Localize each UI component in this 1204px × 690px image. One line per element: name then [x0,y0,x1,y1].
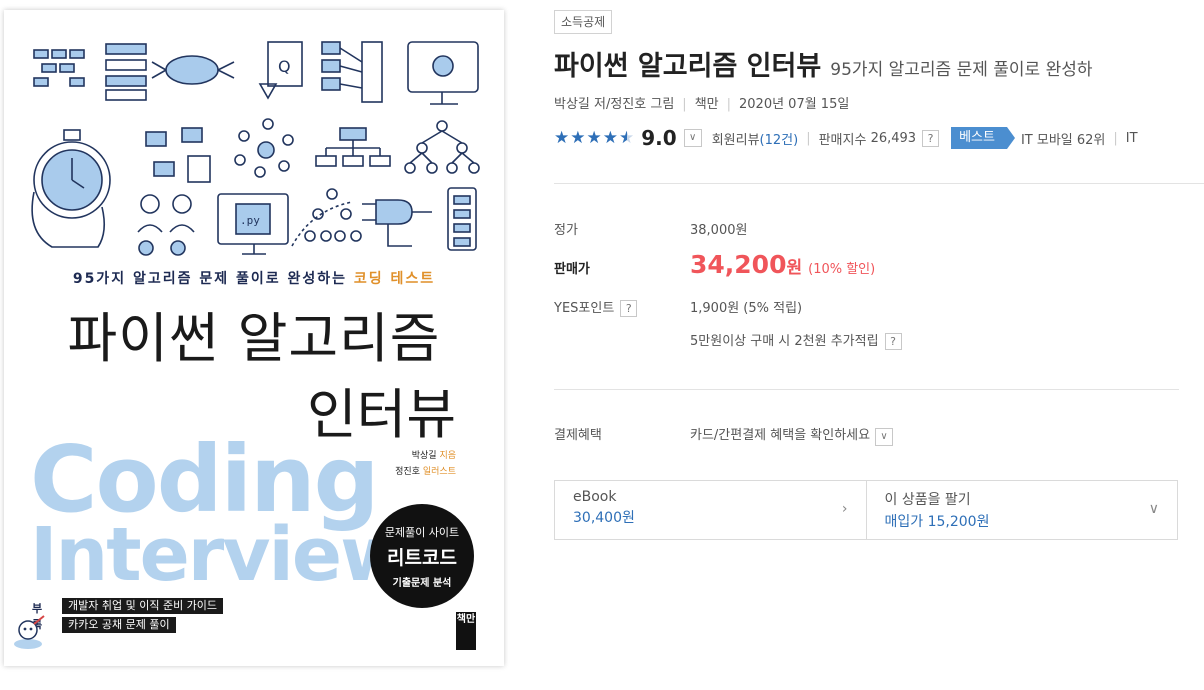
payment-benefit-label: 결제혜택 [554,428,602,443]
bestseller-tag: 베스트 [951,127,1015,149]
monitor-python-icon [407,41,479,105]
cover-author1-role: 지음 [439,451,456,461]
star-icon: ★ [586,127,602,148]
cover-subtitle-main: 95가지 알고리즘 문제 풀이로 완성하는 [72,271,348,287]
cover-author1: 박상길 [411,451,437,461]
sales-index-label: 판매지수 [818,132,867,148]
cover-subtitle: 95가지 알고리즘 문제 풀이로 완성하는 코딩 테스트 [4,268,504,288]
appendix-item: 카카오 공채 문제 풀이 [62,617,176,633]
star-icon: ★ [602,127,618,148]
rating-row: ★ ★ ★ ★ ★ 9.0 ∨ 회원리뷰(12건) | 판매지수 26,493 … [554,125,1138,151]
payment-benefit-text: 카드/간편결제 혜택을 확인하세요 [690,428,871,443]
stopwatch-hand-icon [31,129,111,248]
binary-tree-icon [404,120,480,174]
points-label: YES포인트 [554,301,615,316]
author-link[interactable]: 박상길 저/정진호 그림 [554,97,674,112]
rating-stars: ★ ★ ★ ★ ★ [554,127,635,148]
clipboard-quiz-icon: Q [258,41,303,100]
py-file-label: .py [240,214,260,227]
cover-author2-role: 일러스트 [422,467,456,477]
cover-publisher-logo: 책만 [456,612,476,650]
extra-points-row: 5만원이상 구매 시 2천원 추가적립? [690,330,902,350]
points-value: 1,900원 (5% 적립) [690,301,803,316]
list-price-value: 38,000원 [690,223,748,238]
divider: | [806,130,811,146]
blocks-puzzle-icon [145,127,211,183]
star-icon: ★ [554,127,570,148]
memory-stack-icon [447,187,477,251]
bestseller-rank-link[interactable]: IT 모바일 62위 [1021,129,1105,148]
cover-author2: 정진호 [395,467,420,477]
people-icon [137,194,195,256]
tax-deduction-badge: 소득공제 [554,10,613,34]
review-label: 회원리뷰 [711,132,760,148]
star-icon: ★ [570,127,586,148]
appendix-item: 개발자 취업 및 이직 준비 가이드 [62,598,224,614]
discount-rate: (10% 할인) [808,262,876,277]
payment-benefit-row[interactable]: 카드/간편결제 혜택을 확인하세요 ∨ [690,424,894,446]
graph-cycle-icon [234,118,294,178]
flowchart-icon [33,49,85,87]
chevron-down-icon: ∨ [1148,501,1159,517]
bestseller-rank-link[interactable]: IT [1126,131,1138,146]
review-link[interactable]: 회원리뷰(12건) [712,129,799,148]
purchase-options: eBook 30,400원 › 이 상품을 팔기 매입가 15,200원 ∨ [554,480,1178,540]
ebook-price: 30,400원 [573,510,635,526]
product-subtitle: 95가지 알고리즘 문제 풀이로 완성하 [830,60,1093,80]
sale-price-unit: 원 [786,258,803,278]
sale-price-label: 판매가 [554,262,590,277]
sales-index-value: 26,493 [870,130,917,146]
array-stack-icon [105,43,147,101]
tree-search-icon [291,188,362,247]
rating-score: 9.0 [641,126,677,150]
mascot-icon [14,615,45,649]
points-label-row: YES포인트? [554,297,638,317]
badge-line2: 리트코드 [387,547,457,569]
logic-circuit-icon [362,199,432,247]
ebook-label: eBook [573,489,617,505]
monitor-py-file-icon: .py [217,193,289,255]
chevron-down-icon[interactable]: ∨ [875,428,894,446]
question-icon[interactable]: ? [884,333,902,350]
question-icon[interactable]: ? [620,300,638,317]
cover-title-line1: 파이썬 알고리즘 [67,307,441,370]
sale-price-value: 34,200 [690,250,787,279]
list-price-label: 정가 [554,223,578,238]
question-icon[interactable]: ? [922,129,940,147]
section-divider [554,389,1179,390]
product-info: 소득공제 파이썬 알고리즘 인터뷰 95가지 알고리즘 문제 풀이로 완성하 박… [554,0,1204,690]
cover-leetcode-badge: 문제풀이 사이트 리트코드 기출문제 분석 [370,504,474,608]
sort-diagram-icon [321,41,383,103]
divider: | [1113,130,1118,146]
chevron-right-icon: › [841,501,848,517]
cover-subtitle-accent: 코딩 테스트 [353,271,436,287]
sale-price: 34,200원 (10% 할인) [690,250,875,279]
product-title: 파이썬 알고리즘 인터뷰 [554,51,822,82]
cover-illustrations: Q .py [31,41,480,256]
star-half-icon: ★ [619,127,635,148]
book-cover-image[interactable]: Q .py 95가지 알고리즘 문제 풀이로 완성하는 코딩 테스트 파이썬 알… [4,10,504,666]
svg-text:Q: Q [278,57,291,76]
publish-date: 2020년 07월 15일 [739,97,850,112]
badge-line3: 기출문제 분석 [392,578,452,589]
cover-authors: 박상길 지음 정진호 일러스트 [395,448,456,480]
publisher-link[interactable]: 책만 [695,97,719,112]
product-meta: 박상길 저/정진호 그림 | 책만 | 2020년 07월 15일 [554,93,849,112]
cover-english-line2: Interview [30,512,408,598]
section-divider [554,183,1204,184]
badge-line1: 문제풀이 사이트 [384,526,460,539]
chevron-down-icon[interactable]: ∨ [683,129,702,147]
review-count: (12건) [759,132,799,148]
extra-points-text: 5만원이상 구매 시 2천원 추가적립 [690,334,879,349]
product-title-row: 파이썬 알고리즘 인터뷰 95가지 알고리즘 문제 풀이로 완성하 [554,44,1093,83]
brain-network-icon [151,55,235,85]
divider: | [682,97,687,112]
divider: | [726,97,731,112]
ebook-option[interactable]: eBook 30,400원 › [555,481,866,539]
sell-price: 매입가 15,200원 [884,514,990,530]
sell-option[interactable]: 이 상품을 팔기 매입가 15,200원 ∨ [865,481,1178,539]
sell-label: 이 상품을 팔기 [884,492,971,508]
org-chart-icon [315,127,391,167]
